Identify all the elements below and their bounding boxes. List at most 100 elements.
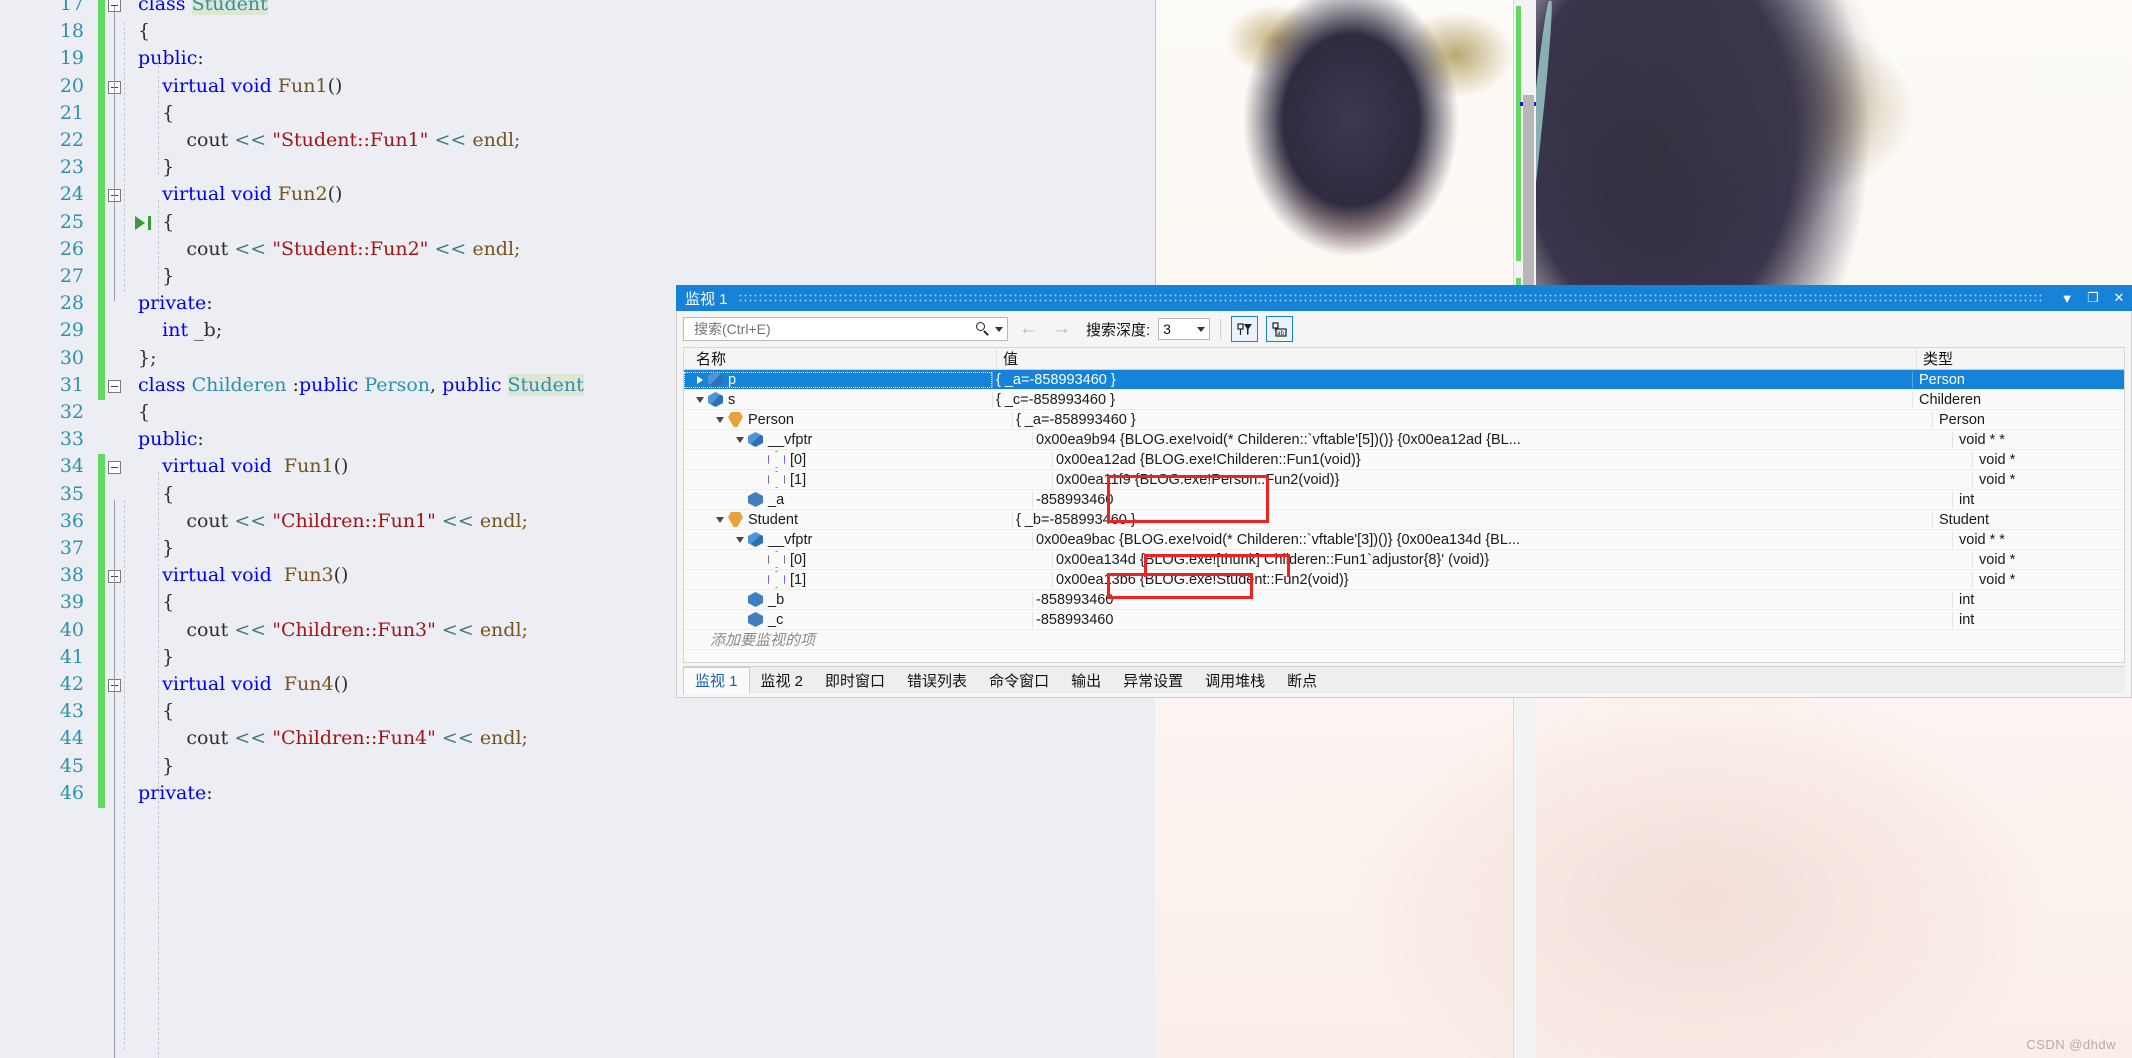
- tab-9[interactable]: 断点: [1276, 667, 1328, 693]
- table-row[interactable]: [0] 0x00ea12ad {BLOG.exe!Childeren::Fun1(…: [684, 450, 2124, 470]
- tab-2[interactable]: 监视 2: [750, 667, 815, 693]
- row-name-cell[interactable]: __vfptr: [684, 432, 1032, 448]
- code-line[interactable]: cout << "Student::Fun2" << endl;: [138, 237, 520, 261]
- collapse-chevron-icon[interactable]: [712, 512, 728, 528]
- row-name-cell[interactable]: _c: [684, 612, 1032, 628]
- code-line[interactable]: private:: [138, 291, 213, 315]
- row-name-cell[interactable]: [0]: [684, 551, 1052, 568]
- window-close-icon[interactable]: ✕: [2106, 285, 2132, 311]
- row-name-cell[interactable]: [1]: [684, 471, 1052, 488]
- expand-chevron-icon[interactable]: [692, 372, 708, 388]
- code-line[interactable]: {: [138, 590, 174, 614]
- code-line[interactable]: cout << "Children::Fun4" << endl;: [138, 726, 528, 750]
- watch-window-titlebar[interactable]: 监视 1 ▼ ❐ ✕: [676, 285, 2132, 311]
- code-line[interactable]: class Student: [138, 0, 268, 16]
- row-name-cell[interactable]: [1]: [684, 571, 1052, 588]
- code-line[interactable]: {: [138, 101, 174, 125]
- fold-toggle-icon[interactable]: [108, 379, 121, 393]
- row-name-cell[interactable]: _a: [684, 492, 1032, 508]
- variable-value[interactable]: 0x00ea13b6 {BLOG.exe!Student::Fun2(void)…: [1052, 571, 1972, 588]
- code-line[interactable]: virtual void Fun1(): [138, 74, 342, 98]
- row-name-cell[interactable]: Student: [684, 512, 1012, 528]
- variable-value[interactable]: { _a=-858993460 }: [992, 371, 1912, 388]
- table-row[interactable]: Student{ _b=-858993460 } Student: [684, 510, 2124, 530]
- collapse-chevron-icon[interactable]: [712, 412, 728, 428]
- chevron-down-icon[interactable]: [995, 326, 1003, 332]
- table-row[interactable]: __vfptr 0x00ea9b94 {BLOG.exe!void(* Child…: [684, 430, 2124, 450]
- watch-toolbar[interactable]: ← → 搜索深度: 3 ab: [677, 311, 2131, 343]
- chevron-down-icon[interactable]: [1197, 326, 1206, 332]
- code-line[interactable]: class Childeren :public Person, public S…: [138, 373, 584, 397]
- code-line[interactable]: }: [138, 754, 174, 778]
- variable-value[interactable]: 0x00ea134d {BLOG.exe![thunk] Childeren::…: [1052, 551, 1972, 568]
- table-row[interactable]: [0] 0x00ea134d {BLOG.exe![thunk] Childere…: [684, 550, 2124, 570]
- search-input[interactable]: [692, 320, 976, 338]
- variable-value[interactable]: 0x00ea12ad {BLOG.exe!Childeren::Fun1(voi…: [1052, 451, 1972, 468]
- code-line[interactable]: }: [138, 536, 174, 560]
- add-watch-placeholder[interactable]: 添加要监视的项: [684, 629, 1010, 650]
- code-line[interactable]: {: [138, 210, 174, 234]
- collapse-chevron-icon[interactable]: [732, 532, 748, 548]
- table-row[interactable]: s { _c=-858993460 } Childeren: [684, 390, 2124, 410]
- code-line[interactable]: }: [138, 155, 174, 179]
- row-name-cell[interactable]: _b: [684, 592, 1032, 608]
- code-line[interactable]: {: [138, 400, 150, 424]
- fold-toggle-icon[interactable]: [108, 461, 121, 475]
- row-name-cell[interactable]: p: [684, 371, 992, 388]
- variable-value[interactable]: { _b=-858993460 }: [1012, 511, 1932, 528]
- code-line[interactable]: virtual void Fun4(): [138, 672, 348, 696]
- code-line[interactable]: {: [138, 699, 174, 723]
- table-row[interactable]: _a -858993460 int: [684, 490, 2124, 510]
- code-line[interactable]: int _b;: [138, 318, 222, 342]
- tab-1[interactable]: 监视 1: [683, 666, 750, 694]
- collapse-chevron-icon[interactable]: [692, 392, 708, 408]
- tab-3[interactable]: 即时窗口: [814, 667, 896, 693]
- code-line[interactable]: {: [138, 482, 174, 506]
- outlining-glyph-column[interactable]: [105, 0, 151, 1058]
- tab-8[interactable]: 调用堆栈: [1194, 667, 1276, 693]
- code-line[interactable]: public:: [138, 46, 204, 70]
- variable-value[interactable]: -858993460: [1032, 591, 1952, 608]
- table-row[interactable]: Person{ _a=-858993460 } Person: [684, 410, 2124, 430]
- code-line[interactable]: virtual void Fun1(): [138, 454, 348, 478]
- variable-value[interactable]: { _c=-858993460 }: [992, 391, 1912, 408]
- search-forward-icon[interactable]: →: [1049, 318, 1074, 340]
- code-line[interactable]: cout << "Student::Fun1" << endl;: [138, 128, 520, 152]
- grid-rows[interactable]: p{ _a=-858993460 } Person s{ _c=-858993460…: [684, 370, 2124, 630]
- search-depth-select[interactable]: 3: [1158, 318, 1211, 340]
- variable-value[interactable]: { _a=-858993460 }: [1012, 411, 1932, 428]
- tab-6[interactable]: 输出: [1060, 667, 1112, 693]
- table-row[interactable]: p { _a=-858993460 } Person: [684, 370, 2124, 390]
- code-line[interactable]: }: [138, 645, 174, 669]
- window-dropdown-icon[interactable]: ▼: [2054, 285, 2080, 311]
- variable-value[interactable]: -858993460: [1032, 491, 1952, 508]
- search-back-icon[interactable]: ←: [1016, 318, 1041, 340]
- variable-value[interactable]: 0x00ea9bac {BLOG.exe!void(* Childeren::`…: [1032, 531, 1952, 548]
- column-header-type[interactable]: 类型: [1916, 348, 2124, 369]
- code-line[interactable]: cout << "Children::Fun3" << endl;: [138, 618, 528, 642]
- filter-icon[interactable]: [1231, 316, 1259, 342]
- row-name-cell[interactable]: [0]: [684, 451, 1052, 468]
- code-line[interactable]: public:: [138, 427, 204, 451]
- row-name-cell[interactable]: s: [684, 392, 992, 408]
- table-row[interactable]: __vfptr 0x00ea9bac {BLOG.exe!void(* Child…: [684, 530, 2124, 550]
- tab-4[interactable]: 错误列表: [896, 667, 978, 693]
- variable-value[interactable]: 0x00ea9b94 {BLOG.exe!void(* Childeren::`…: [1032, 431, 1952, 448]
- watch-variables-grid[interactable]: 名称 值 类型 p{ _a=-858993460 } Person s{ _c=-8…: [683, 347, 2125, 663]
- column-header-value[interactable]: 值: [996, 348, 1916, 369]
- search-box[interactable]: [683, 317, 1008, 341]
- add-watch-row[interactable]: 添加要监视的项: [684, 630, 2124, 650]
- table-row[interactable]: _b -858993460 int: [684, 590, 2124, 610]
- watch-window[interactable]: 监视 1 ▼ ❐ ✕ ← → 搜索深度: 3: [676, 285, 2132, 698]
- row-name-cell[interactable]: __vfptr: [684, 532, 1032, 548]
- table-row[interactable]: [1] 0x00ea13b6 {BLOG.exe!Student::Fun2(vo…: [684, 570, 2124, 590]
- watch-tab-strip[interactable]: 监视 1 监视 2 即时窗口 错误列表 命令窗口 输出 异常设置 调用堆栈 断点: [683, 666, 2125, 694]
- collapse-chevron-icon[interactable]: [732, 432, 748, 448]
- code-line[interactable]: cout << "Children::Fun1" << endl;: [138, 509, 528, 533]
- code-line[interactable]: private:: [138, 781, 213, 805]
- variable-value[interactable]: -858993460: [1032, 611, 1952, 628]
- tab-7[interactable]: 异常设置: [1112, 667, 1194, 693]
- hex-display-icon[interactable]: ab: [1266, 316, 1294, 342]
- variable-value[interactable]: 0x00ea11f9 {BLOG.exe!Person::Fun2(void)}: [1052, 471, 1972, 488]
- column-header-name[interactable]: 名称: [684, 348, 996, 369]
